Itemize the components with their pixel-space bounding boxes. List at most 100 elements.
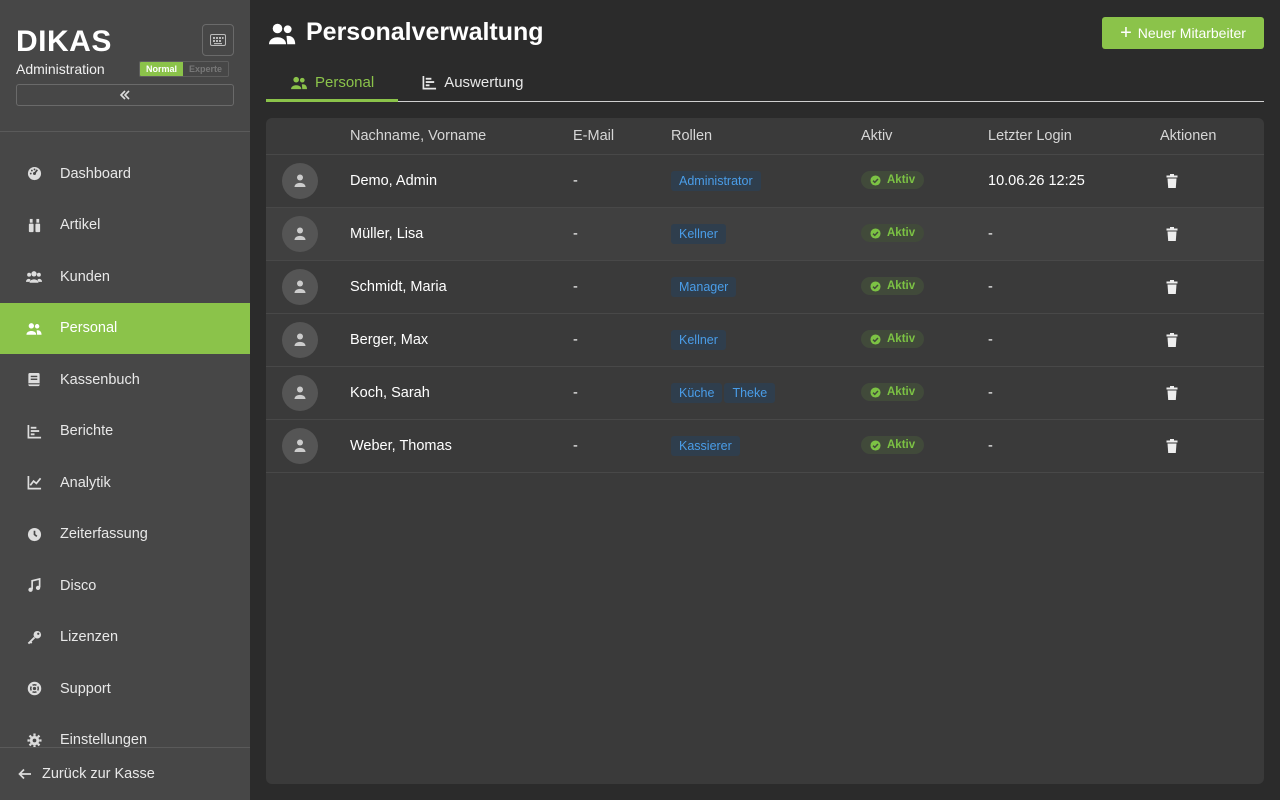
delete-button[interactable] (1166, 385, 1264, 400)
sidebar-item-label: Dashboard (60, 165, 131, 182)
delete-button[interactable] (1166, 279, 1264, 294)
sidebar-item-label: Kassenbuch (60, 371, 140, 388)
status-badge: Aktiv (861, 383, 925, 402)
customers-icon (26, 271, 42, 283)
sidebar-item-disco[interactable]: Disco (0, 560, 250, 612)
role-badge: Manager (671, 276, 737, 297)
tab-label: Auswertung (444, 74, 524, 91)
user-icon (294, 386, 306, 399)
sidebar-item-label: Berichte (60, 423, 114, 440)
table-row[interactable]: Koch, Sarah - Küche Theke Aktiv - (266, 366, 1264, 420)
status-badge: Aktiv (861, 436, 925, 455)
user-icon (294, 333, 306, 346)
reports-icon (27, 424, 41, 439)
status-label: Aktiv (887, 439, 916, 452)
new-employee-button[interactable]: + Neuer Mitarbeiter (1102, 17, 1264, 49)
staff-icon (291, 76, 307, 90)
collapse-sidebar-button[interactable] (16, 84, 234, 106)
status-badge: Aktiv (861, 330, 925, 349)
sidebar-item-kassenbuch[interactable]: Kassenbuch (0, 354, 250, 406)
sidebar-item-label: Personal (60, 320, 118, 337)
column-header-email[interactable]: E-Mail (573, 118, 671, 155)
sidebar-header: DIKAS Administration Normal Experte (0, 0, 250, 132)
keyboard-button[interactable] (202, 24, 234, 56)
key-icon (27, 630, 41, 645)
role-badge: Theke (724, 382, 776, 403)
sidebar-item-label: Lizenzen (60, 629, 119, 646)
sidebar-item-support[interactable]: Support (0, 663, 250, 715)
table-row[interactable]: Schmidt, Maria - Manager Aktiv - (266, 260, 1264, 314)
delete-button[interactable] (1166, 332, 1264, 347)
mode-expert[interactable]: Experte (183, 62, 229, 76)
mode-normal[interactable]: Normal (140, 62, 184, 76)
employee-name: Demo, Admin (350, 154, 573, 208)
role-badge: Kellner (671, 329, 726, 350)
sidebar-item-lizenzen[interactable]: Lizenzen (0, 612, 250, 664)
check-circle-icon (870, 228, 881, 239)
sidebar: DIKAS Administration Normal Experte Dash… (0, 0, 250, 800)
table-row[interactable]: Berger, Max - Kellner Aktiv - (266, 313, 1264, 367)
sidebar-item-kunden[interactable]: Kunden (0, 251, 250, 303)
trash-icon (1166, 279, 1178, 294)
app-subtitle: Administration (16, 61, 105, 77)
employee-email: - (573, 207, 671, 261)
avatar (282, 268, 318, 305)
sidebar-item-artikel[interactable]: Artikel (0, 200, 250, 252)
table-row[interactable]: Demo, Admin - Administrator Aktiv 10.06.… (266, 154, 1264, 208)
last-login: - (988, 419, 1160, 473)
employee-name: Weber, Thomas (350, 419, 573, 473)
dashboard-icon (27, 167, 41, 181)
music-icon (28, 578, 41, 593)
column-header-name[interactable]: Nachname, Vorname (350, 118, 573, 155)
employee-name: Müller, Lisa (350, 207, 573, 261)
sidebar-item-berichte[interactable]: Berichte (0, 406, 250, 458)
employee-name: Berger, Max (350, 313, 573, 367)
employee-email: - (573, 260, 671, 314)
sidebar-item-einstellungen[interactable]: Einstellungen (0, 715, 250, 748)
reports-icon (422, 75, 437, 90)
user-icon (294, 439, 306, 452)
status-badge: Aktiv (861, 277, 925, 296)
sidebar-item-label: Kunden (60, 268, 110, 285)
check-circle-icon (870, 440, 881, 451)
delete-button[interactable] (1166, 173, 1264, 188)
sidebar-item-analytik[interactable]: Analytik (0, 457, 250, 509)
plus-icon: + (1120, 22, 1132, 44)
column-header-active[interactable]: Aktiv (861, 118, 988, 155)
sidebar-item-zeiterfassung[interactable]: Zeiterfassung (0, 509, 250, 561)
tab-auswertung[interactable]: Auswertung (398, 64, 547, 101)
last-login: - (988, 313, 1160, 367)
employee-email: - (573, 419, 671, 473)
table-row[interactable]: Weber, Thomas - Kassierer Aktiv - (266, 419, 1264, 473)
trash-icon (1166, 438, 1178, 453)
status-label: Aktiv (887, 386, 916, 399)
status-label: Aktiv (887, 280, 916, 293)
avatar (282, 321, 318, 358)
delete-button[interactable] (1166, 438, 1264, 453)
table-row[interactable]: Müller, Lisa - Kellner Aktiv - (266, 207, 1264, 261)
tab-personal[interactable]: Personal (266, 64, 399, 102)
back-to-register-button[interactable]: Zurück zur Kasse (0, 747, 250, 800)
avatar (282, 374, 318, 411)
sidebar-item-dashboard[interactable]: Dashboard (0, 148, 250, 200)
mode-toggle[interactable]: Normal Experte (139, 61, 230, 77)
user-icon (294, 227, 306, 240)
status-badge: Aktiv (861, 171, 925, 190)
trash-icon (1166, 385, 1178, 400)
cashbook-icon (28, 373, 40, 387)
sidebar-item-personal[interactable]: Personal (0, 302, 250, 354)
status-label: Aktiv (887, 227, 916, 240)
page-heading: Personalverwaltung (306, 18, 544, 46)
staff-icon (268, 23, 296, 44)
table-header-row: Nachname, Vorname E-Mail Rollen Aktiv Le… (266, 118, 1264, 155)
tab-bar: Personal Auswertung (266, 64, 1264, 102)
staff-table-card: Nachname, Vorname E-Mail Rollen Aktiv Le… (266, 118, 1264, 784)
page-title: Personalverwaltung (268, 18, 544, 47)
last-login: 10.06.26 12:25 (988, 154, 1160, 208)
sidebar-item-label: Zeiterfassung (60, 526, 148, 543)
delete-button[interactable] (1166, 226, 1264, 241)
column-header-last-login[interactable]: Letzter Login (988, 118, 1160, 155)
column-header-roles[interactable]: Rollen (671, 118, 861, 155)
check-circle-icon (870, 387, 881, 398)
user-icon (294, 174, 306, 187)
